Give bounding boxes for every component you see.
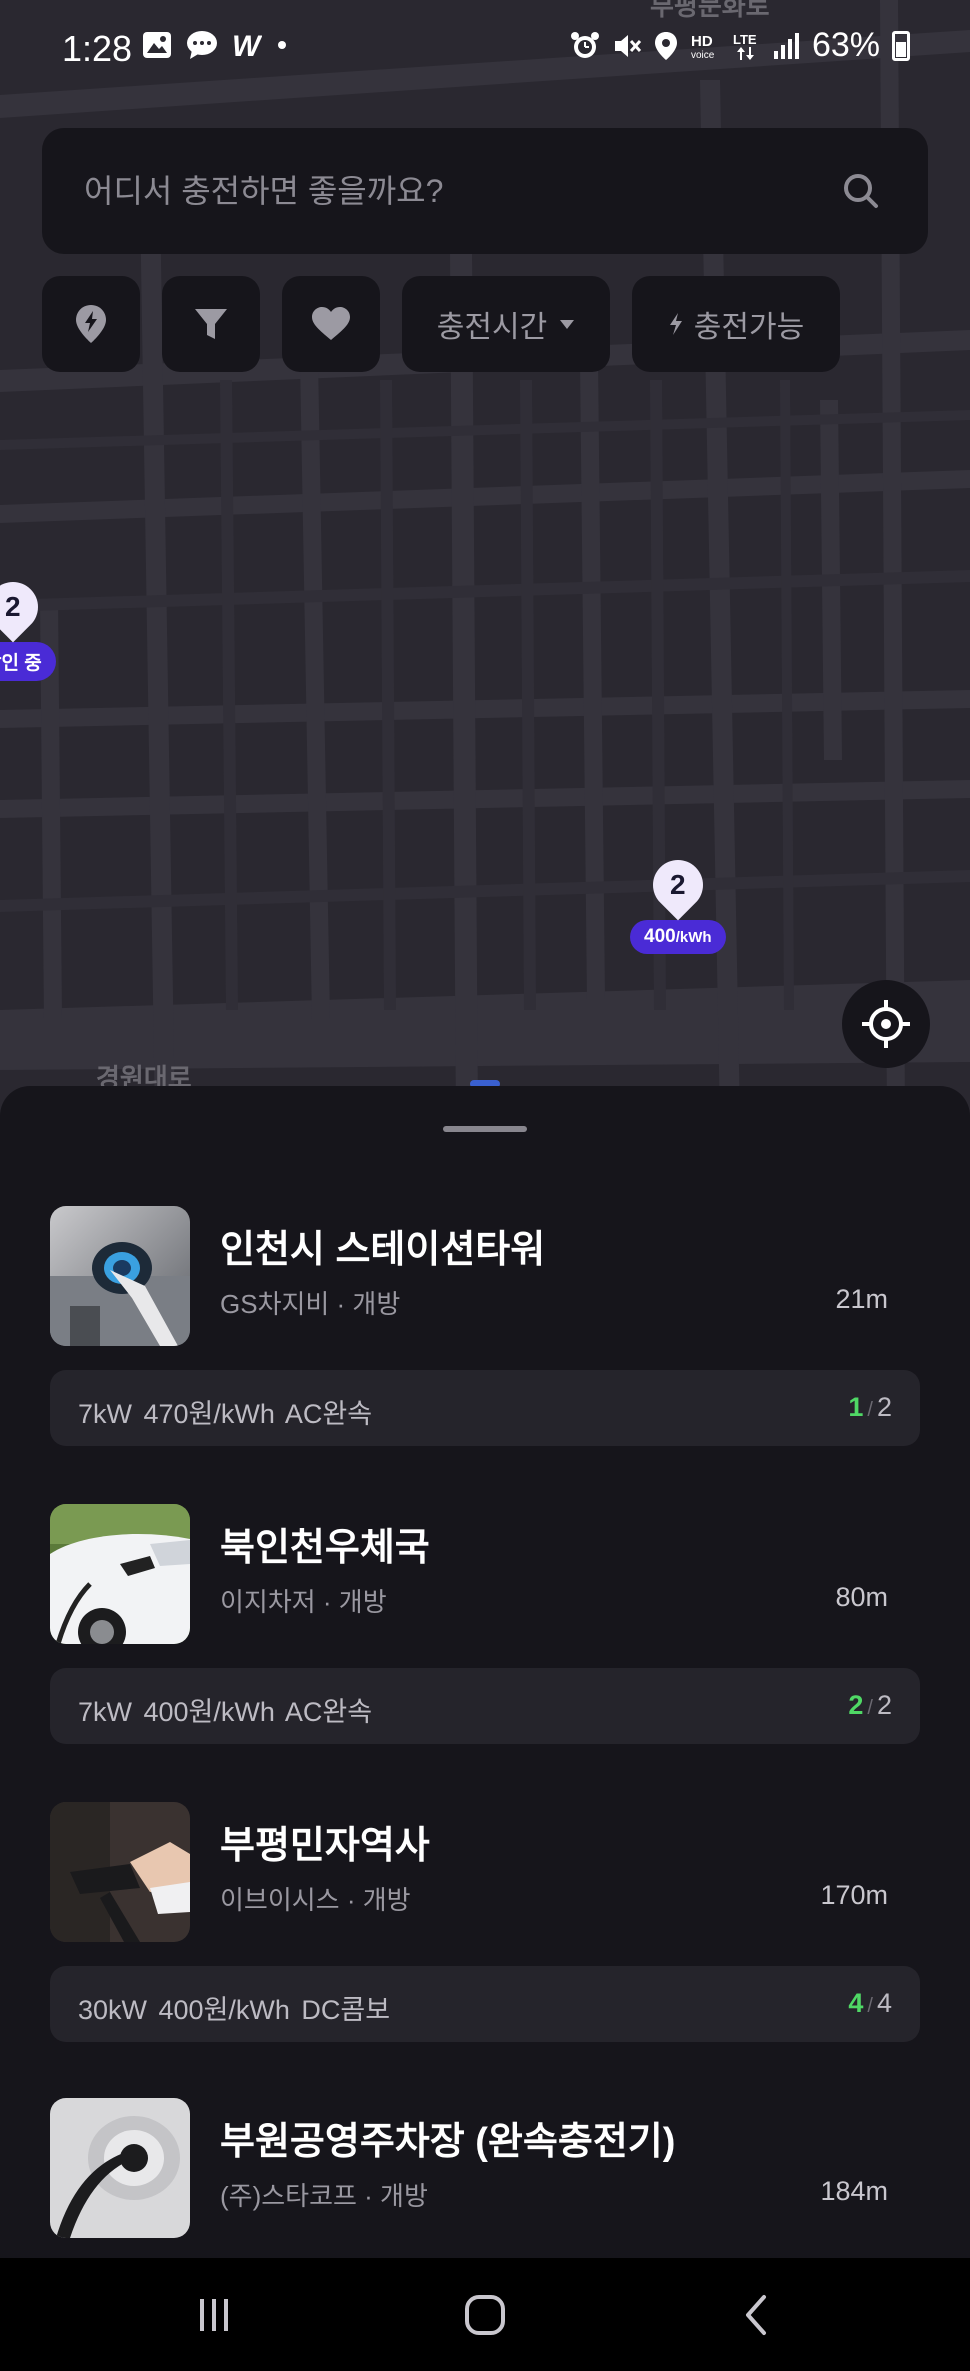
caret-down-icon xyxy=(560,320,575,329)
station-distance: 80m xyxy=(835,1582,888,1612)
station-operator-status: 이지차저 · 개방 xyxy=(220,1587,387,1617)
filter-chips: 충전시간 충전가능 xyxy=(42,276,840,372)
station-distance: 170m xyxy=(820,1880,888,1910)
station-operator-status: GS차지비 · 개방 xyxy=(220,1289,401,1319)
charger-spec: 7kW 400원/kWh AC완속 xyxy=(78,1697,373,1727)
mute-icon xyxy=(614,34,642,57)
status-bar: 1:28 W HD voice LTE 63% xyxy=(0,0,970,100)
station-name: 북인천우체국 xyxy=(220,1527,430,1569)
charger-type-filter-button[interactable] xyxy=(42,276,140,372)
marker-pin: 2 xyxy=(0,571,49,643)
charging-pin-icon xyxy=(76,305,106,343)
signal-icon xyxy=(773,32,799,59)
charger-info-bar: 7kW 400원/kWh AC완속 2/2 xyxy=(50,1668,920,1744)
svg-text:voice: voice xyxy=(691,50,715,61)
status-time: 1:28 xyxy=(62,28,133,69)
notification-icons: W xyxy=(142,30,288,60)
station-name: 부원공영주차장 (완속충전기) xyxy=(220,2121,676,2163)
availability-count: 1/2 xyxy=(848,1392,892,1422)
hd-voice-icon: HDvoice xyxy=(691,33,715,61)
station-thumbnail xyxy=(50,1504,190,1644)
search-bar[interactable] xyxy=(42,128,928,254)
station-item[interactable]: 북인천우체국 이지차저 · 개방 80m 7kW 400원/kWh AC완속 2… xyxy=(0,1504,970,1754)
charge-time-label: 충전시간 xyxy=(436,311,548,344)
lte-icon: LTE xyxy=(733,32,757,60)
station-thumbnail xyxy=(50,1206,190,1346)
station-thumbnail xyxy=(50,1802,190,1942)
location-icon xyxy=(654,31,677,60)
availability-count: 2/2 xyxy=(848,1690,892,1720)
bolt-icon xyxy=(669,313,682,335)
station-list-sheet[interactable]: 인천시 스테이션타워 GS차지비 · 개방 21m 7kW 470원/kWh A… xyxy=(0,1086,970,2258)
funnel-icon xyxy=(195,309,227,339)
svg-text:HD: HD xyxy=(691,33,713,50)
back-button[interactable] xyxy=(728,2288,788,2342)
system-icons: HD voice LTE 63% xyxy=(570,26,910,65)
svg-text:W: W xyxy=(232,31,262,59)
battery-icon xyxy=(892,30,910,61)
station-item[interactable]: 부평민자역사 이브이시스 · 개방 170m 30kW 400원/kWh DC콤… xyxy=(0,1802,970,2052)
available-filter-toggle[interactable]: 충전가능 xyxy=(632,276,840,372)
map-marker-discount[interactable]: 2 할인 중 xyxy=(0,571,56,681)
station-distance: 21m xyxy=(835,1284,888,1314)
recent-apps-icon xyxy=(200,2299,228,2331)
search-input[interactable] xyxy=(84,168,784,214)
alarm-icon xyxy=(570,31,599,58)
filter-button[interactable] xyxy=(162,276,260,372)
charger-info-bar: 30kW 400원/kWh DC콤보 4/4 xyxy=(50,1966,920,2042)
marker-price-label: 400/kWh xyxy=(630,920,726,954)
webtoon-icon: W xyxy=(232,31,262,59)
svg-text:LTE: LTE xyxy=(733,32,757,47)
marker-pin: 2 xyxy=(642,849,714,921)
station-operator-status: 이브이시스 · 개방 xyxy=(220,1885,411,1915)
home-icon xyxy=(465,2295,505,2335)
station-name: 인천시 스테이션타워 xyxy=(220,1229,546,1271)
charger-spec: 30kW 400원/kWh DC콤보 xyxy=(78,1995,391,2025)
search-icon[interactable] xyxy=(842,172,880,210)
favorites-button[interactable] xyxy=(282,276,380,372)
home-button[interactable] xyxy=(455,2288,515,2342)
available-filter-label: 충전가능 xyxy=(693,311,805,344)
station-item[interactable]: 인천시 스테이션타워 GS차지비 · 개방 21m 7kW 470원/kWh A… xyxy=(0,1206,970,1456)
heart-icon xyxy=(312,307,350,340)
current-location-button[interactable] xyxy=(842,980,930,1068)
sheet-drag-handle[interactable] xyxy=(443,1126,527,1132)
system-navigation-bar xyxy=(0,2258,970,2371)
charger-spec: 7kW 470원/kWh AC완속 xyxy=(78,1399,373,1429)
station-name: 부평민자역사 xyxy=(220,1825,430,1867)
gallery-icon xyxy=(143,32,171,58)
marker-label: 할인 중 xyxy=(0,642,56,681)
map-marker-price[interactable]: 2 400/kWh xyxy=(630,849,726,954)
back-icon xyxy=(746,2295,766,2335)
charge-time-dropdown[interactable]: 충전시간 xyxy=(402,276,610,372)
station-operator-status: (주)스타코프 · 개방 xyxy=(220,2181,428,2211)
battery-percent: 63% xyxy=(811,26,880,64)
chat-icon xyxy=(187,31,217,59)
dot-icon xyxy=(278,41,286,49)
station-distance: 184m xyxy=(820,2176,888,2206)
station-thumbnail xyxy=(50,2098,190,2238)
charger-info-bar: 7kW 470원/kWh AC완속 1/2 xyxy=(50,1370,920,1446)
availability-count: 4/4 xyxy=(848,1988,892,2018)
crosshair-icon xyxy=(862,1000,910,1048)
station-item[interactable]: 부원공영주차장 (완속충전기) (주)스타코프 · 개방 184m xyxy=(0,2098,970,2258)
recent-apps-button[interactable] xyxy=(184,2288,244,2342)
